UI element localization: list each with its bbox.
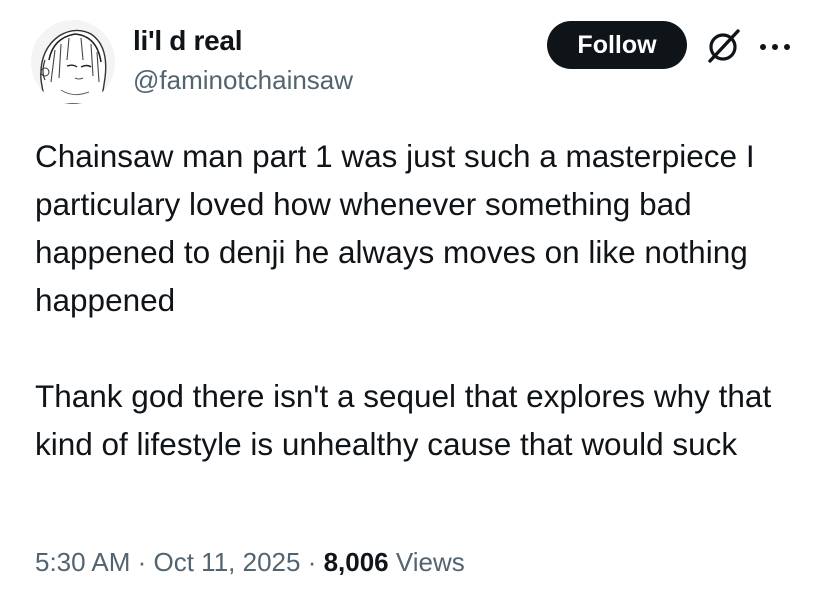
views-label: Views [395, 547, 465, 577]
post-paragraph-2: Thank god there isn't a sequel that expl… [35, 378, 772, 462]
user-handle[interactable]: @faminotchainsaw [133, 64, 353, 96]
follow-button[interactable]: Follow [547, 21, 687, 69]
post-text: Chainsaw man part 1 was just such a mast… [35, 132, 805, 468]
post-metadata: 5:30 AM · Oct 11, 2025 · 8,006 Views [35, 545, 465, 579]
grok-icon[interactable] [704, 28, 744, 64]
display-name[interactable]: li'l d real [133, 24, 242, 58]
post-time[interactable]: 5:30 AM [35, 547, 130, 577]
post-date[interactable]: Oct 11, 2025 [154, 547, 301, 577]
meta-separator: · [130, 547, 154, 577]
manga-avatar-icon [31, 20, 115, 104]
meta-separator: · [300, 547, 324, 577]
post-paragraph-1: Chainsaw man part 1 was just such a mast… [35, 138, 755, 318]
avatar[interactable] [31, 20, 115, 104]
views-count: 8,006 [323, 547, 389, 577]
more-options-icon[interactable] [758, 40, 792, 52]
